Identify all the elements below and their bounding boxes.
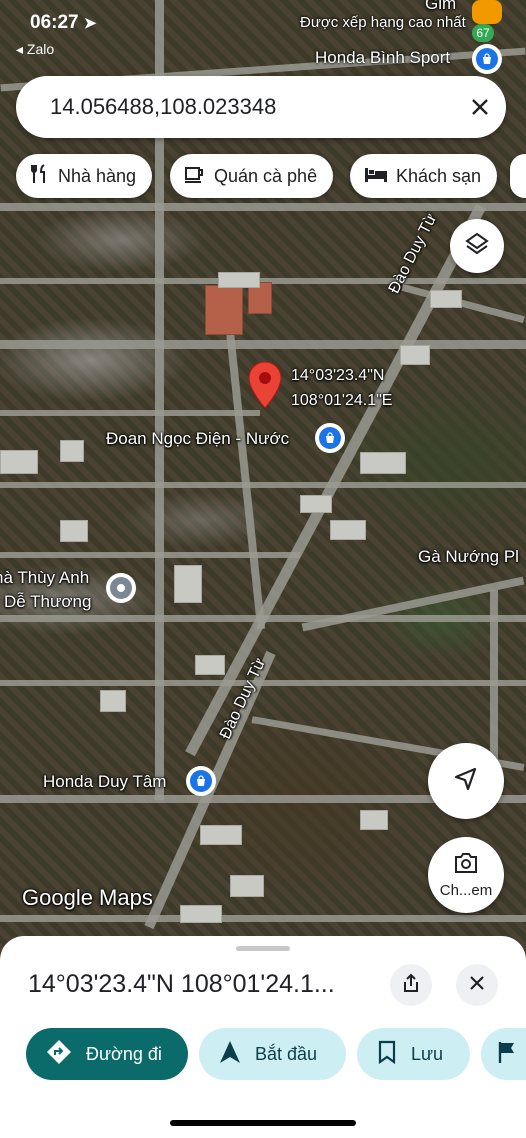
home-indicator[interactable]	[170, 1120, 356, 1126]
orange-poi-icon[interactable]	[472, 0, 502, 24]
map-label-top[interactable]: Gim	[425, 0, 456, 14]
shop-poi-marker[interactable]	[472, 44, 502, 74]
close-sheet-button[interactable]	[456, 964, 498, 1006]
chip-restaurants-label: Nhà hàng	[58, 165, 137, 186]
shopping-bag-icon	[190, 770, 212, 792]
save-label: Lưu	[411, 1043, 444, 1064]
pin-coords-lat: 14°03'23.4"N	[291, 367, 385, 384]
close-icon	[469, 975, 485, 996]
map-label-ga-nuong[interactable]: Gà Nướng Pl	[418, 547, 519, 567]
back-to-app[interactable]: ◂ Zalo	[16, 41, 54, 58]
status-top-label: Được xếp hạng cao nhất	[300, 14, 466, 31]
navigation-arrow-icon	[453, 766, 479, 797]
chip-cafes[interactable]: Quán cà phê	[170, 154, 334, 198]
directions-label: Đường đi	[86, 1043, 162, 1064]
chip-cafes-label: Quán cà phê	[214, 165, 318, 186]
google-maps-watermark: Google Maps	[22, 885, 153, 910]
chip-hotels[interactable]: Khách sạn	[350, 154, 498, 198]
layers-icon	[464, 231, 490, 262]
navigation-arrow-icon	[219, 1040, 241, 1069]
map-label-doan-ngoc-dien[interactable]: Đoan Ngọc Điện - Nước	[106, 429, 289, 449]
save-button[interactable]: Lưu	[357, 1028, 470, 1080]
place-title: 14°03'23.4"N 108°01'24.1...	[28, 970, 335, 998]
bed-icon	[364, 165, 388, 188]
directions-button[interactable]: Đường đi	[26, 1028, 188, 1080]
close-icon[interactable]	[454, 81, 506, 133]
layers-button[interactable]	[450, 219, 504, 273]
bookmark-icon	[377, 1040, 397, 1069]
shopping-bag-icon	[476, 48, 498, 70]
start-label: Bắt đầu	[255, 1043, 318, 1064]
label-button[interactable]	[481, 1028, 526, 1080]
shop-poi-marker-2[interactable]	[186, 766, 216, 796]
fork-knife-icon	[30, 163, 50, 189]
route-shield: 67	[472, 24, 494, 42]
shopping-bag-icon	[319, 427, 341, 449]
flag-icon	[497, 1040, 517, 1069]
place-bottom-sheet[interactable]: 14°03'23.4"N 108°01'24.1... Đường đi Bắt…	[0, 936, 526, 1138]
map-label-thuy-anh-1[interactable]: hà Thùy Anh	[0, 568, 89, 588]
sheet-drag-handle[interactable]	[236, 946, 290, 951]
status-time: 06:27 ➤	[30, 12, 97, 33]
place-poi-marker[interactable]	[106, 573, 136, 603]
directions-icon	[46, 1039, 72, 1070]
chip-hotels-label: Khách sạn	[396, 165, 482, 186]
coffee-cup-icon	[184, 164, 206, 189]
camera-search-icon	[453, 851, 479, 880]
checkin-button[interactable]: Ch...em	[428, 837, 504, 913]
map-label-honda-duy-tam[interactable]: Honda Duy Tâm	[43, 772, 166, 792]
store-poi-marker[interactable]	[315, 423, 345, 453]
share-icon	[402, 973, 420, 998]
my-location-button[interactable]	[428, 743, 504, 819]
map-label-thuy-anh-2[interactable]: Dễ Thương	[4, 592, 91, 612]
share-button[interactable]	[390, 964, 432, 1006]
chip-more[interactable]	[510, 154, 526, 198]
location-pin-icon[interactable]	[248, 361, 282, 413]
location-arrow-icon: ➤	[83, 15, 97, 32]
search-input[interactable]: 14.056488,108.023348	[50, 94, 454, 120]
start-button[interactable]: Bắt đầu	[199, 1028, 346, 1080]
search-bar[interactable]: 14.056488,108.023348	[16, 76, 506, 138]
map-label-honda-binh[interactable]: Honda Bình Sport	[315, 48, 450, 68]
checkin-label: Ch...em	[439, 882, 493, 899]
pin-coords-lng: 108°01'24.1"E	[291, 392, 393, 409]
place-dot-icon	[110, 577, 132, 599]
chip-restaurants[interactable]: Nhà hàng	[16, 154, 153, 198]
